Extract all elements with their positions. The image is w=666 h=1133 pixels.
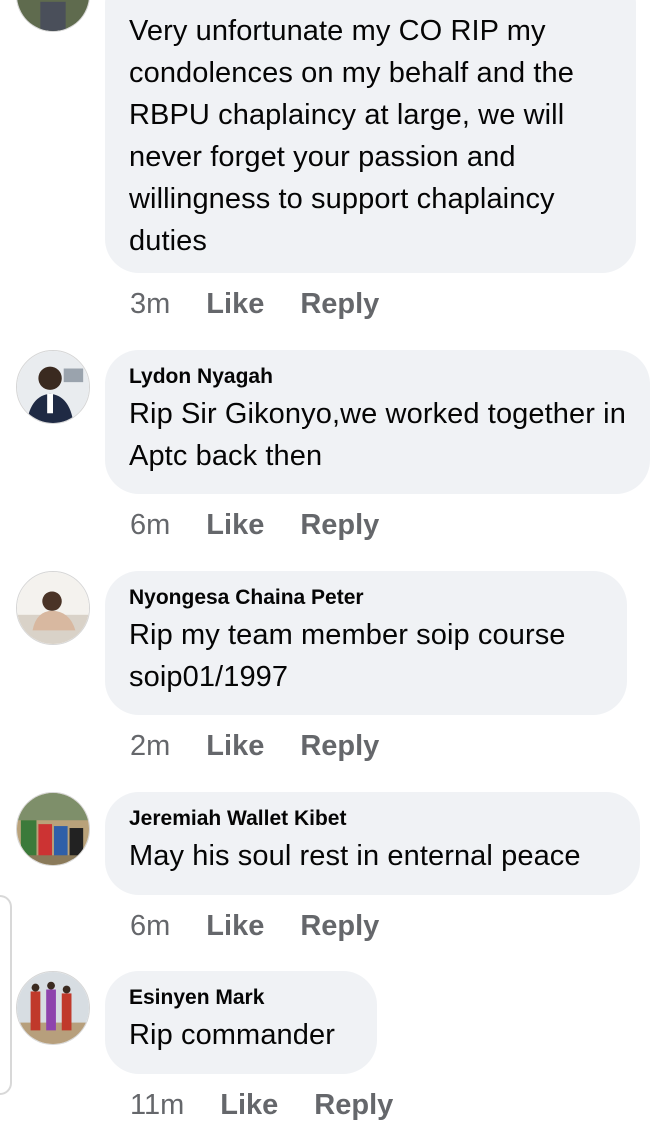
comment-text: Very unfortunate my CO RIP my condolence… <box>129 15 574 257</box>
reply-button[interactable]: Reply <box>300 910 379 943</box>
comment-timestamp: 11m <box>130 1089 185 1121</box>
comment-item: Jeremiah Wallet Kibet May his soul rest … <box>0 792 666 952</box>
comment-item: Esinyen Mark Rip commander 11m Like Repl… <box>0 971 666 1133</box>
comment-text: Rip my team member soip course soip01/19… <box>129 619 566 693</box>
comment-timestamp: 3m <box>130 288 171 320</box>
comment-actions: 2m Like Reply <box>130 730 379 763</box>
avatar[interactable] <box>16 971 90 1045</box>
reply-button[interactable]: Reply <box>300 509 379 542</box>
comment-bubble: Esinyen Mark Rip commander <box>105 971 377 1074</box>
comment-text: May his soul rest in enternal peace <box>129 840 581 872</box>
comment-actions: 6m Like Reply <box>130 910 379 943</box>
like-button[interactable]: Like <box>206 509 264 542</box>
comment-text: Rip Sir Gikonyo,we worked together in Ap… <box>129 398 626 472</box>
comment-item: Very unfortunate my CO RIP my condolence… <box>0 0 666 330</box>
reply-button[interactable]: Reply <box>314 1089 393 1122</box>
avatar[interactable] <box>16 0 90 32</box>
avatar[interactable] <box>16 571 90 645</box>
comment-timestamp: 6m <box>130 509 171 541</box>
comment-item: Lydon Nyagah Rip Sir Gikonyo,we worked t… <box>0 350 666 550</box>
comment-author[interactable]: Jeremiah Wallet Kibet <box>129 806 616 832</box>
comment-timestamp: 6m <box>130 910 171 942</box>
avatar[interactable] <box>16 792 90 866</box>
comment-author[interactable]: Nyongesa Chaina Peter <box>129 585 603 611</box>
comment-timestamp: 2m <box>130 730 171 762</box>
comment-bubble: Jeremiah Wallet Kibet May his soul rest … <box>105 792 640 895</box>
comment-actions: 6m Like Reply <box>130 509 379 542</box>
like-button[interactable]: Like <box>206 288 264 321</box>
thread-connector <box>0 895 12 1095</box>
like-button[interactable]: Like <box>220 1089 278 1122</box>
comment-bubble: Nyongesa Chaina Peter Rip my team member… <box>105 571 627 715</box>
comment-author[interactable]: Esinyen Mark <box>129 985 353 1011</box>
comment-text: Rip commander <box>129 1019 335 1051</box>
reply-button[interactable]: Reply <box>300 730 379 763</box>
comment-bubble: Lydon Nyagah Rip Sir Gikonyo,we worked t… <box>105 350 650 494</box>
comment-actions: 3m Like Reply <box>130 288 379 321</box>
comment-actions: 11m Like Reply <box>130 1089 393 1122</box>
reply-button[interactable]: Reply <box>300 288 379 321</box>
comment-item: Nyongesa Chaina Peter Rip my team member… <box>0 571 666 771</box>
comment-bubble: Very unfortunate my CO RIP my condolence… <box>105 0 636 273</box>
like-button[interactable]: Like <box>206 910 264 943</box>
comment-author[interactable]: Lydon Nyagah <box>129 364 626 390</box>
avatar[interactable] <box>16 350 90 424</box>
like-button[interactable]: Like <box>206 730 264 763</box>
